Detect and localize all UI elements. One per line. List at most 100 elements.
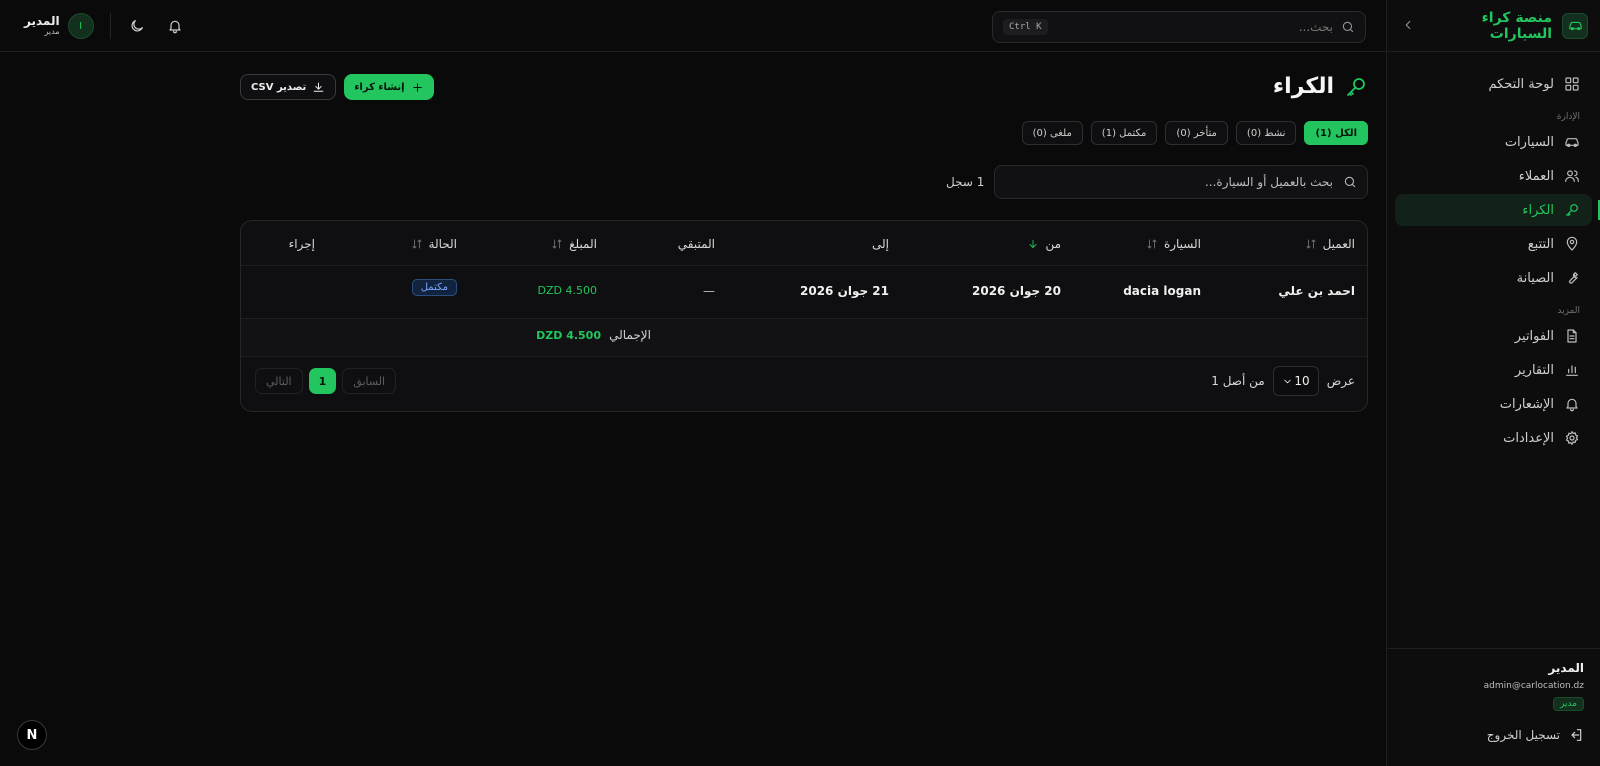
sidebar-item-label: الإعدادات <box>1503 430 1554 446</box>
sort-icon <box>1306 239 1316 249</box>
sidebar-item-maintenance[interactable]: الصيانة <box>1395 262 1592 294</box>
total-label: الإجمالي <box>609 328 651 342</box>
page-title-text: الكراء <box>1272 74 1334 99</box>
file-icon <box>1567 329 1577 343</box>
cell-client: احمد بن علي <box>1278 284 1355 298</box>
map-pin-icon <box>1566 236 1578 251</box>
nav-section-admin: الإدارة <box>1556 112 1580 122</box>
cell-to: 21 جوان 2026 <box>800 284 889 298</box>
sidebar-item-clients[interactable]: العملاء <box>1395 160 1592 192</box>
sidebar-item-dashboard[interactable]: لوحة التحكم <box>1395 68 1592 100</box>
sidebar-item-label: الكراء <box>1522 202 1554 218</box>
topbar-user-info: المدير مدير <box>24 15 60 37</box>
table-search-input[interactable]: بحث بالعميل أو السيارة... <box>994 165 1368 199</box>
sidebar-item-tracking[interactable]: التتبع <box>1395 228 1592 260</box>
column-header-status[interactable]: الحالة <box>411 237 457 251</box>
arrow-down-icon <box>1029 240 1037 248</box>
table-search-placeholder: بحث بالعميل أو السيارة... <box>1204 175 1333 189</box>
filter-completed[interactable]: مكتمل (1) <box>1090 121 1158 145</box>
gear-icon <box>1565 431 1579 445</box>
logout-label: تسجيل الخروج <box>1486 728 1560 742</box>
filter-all[interactable]: الكل (1) <box>1304 121 1368 145</box>
header-label: الحالة <box>428 237 457 251</box>
cell-car: dacia logan <box>1123 284 1201 298</box>
pagination: السابق 1 التالي <box>255 368 397 394</box>
record-count: 1 سجل <box>946 175 985 189</box>
divider <box>109 13 111 39</box>
sidebar-item-settings[interactable]: الإعدادات <box>1395 422 1592 454</box>
column-header-from[interactable]: من <box>1027 237 1061 251</box>
header-label: العميل <box>1322 237 1355 251</box>
status-filters: الكل (1) نشط (0) متأخر (0) مكتمل (1) ملغ… <box>1021 121 1368 145</box>
export-csv-label: تصدير CSV <box>251 81 307 93</box>
sidebar-item-cars[interactable]: السيارات <box>1395 126 1592 158</box>
cell-amount: DZD 4.500 <box>537 284 597 297</box>
total-row <box>241 318 1367 356</box>
sort-icon <box>1147 239 1157 249</box>
column-header-remaining: المتبقي <box>677 237 715 251</box>
chevron-left-icon[interactable] <box>1399 18 1415 34</box>
sidebar-item-reports[interactable]: التقارير <box>1395 354 1592 386</box>
grid-icon <box>1565 77 1579 91</box>
create-rental-button[interactable]: إنشاء كراء <box>344 74 434 100</box>
per-page-select[interactable]: 10 <box>1272 366 1319 396</box>
page-button-1[interactable]: 1 <box>308 368 337 394</box>
sidebar-item-label: الصيانة <box>1516 270 1554 286</box>
sidebar-user-card: المدير admin@carlocation.dz مدير تسجيل ا… <box>1387 648 1600 766</box>
dev-tools-badge[interactable]: N <box>17 720 47 750</box>
rentals-table: العميل السيارة من إلى المتبقي المبلغ الح… <box>240 220 1368 412</box>
prev-page-button[interactable]: السابق <box>342 368 397 394</box>
topbar-user-name: المدير <box>24 14 60 28</box>
plus-icon <box>412 82 422 92</box>
status-badge-cell: مكتمل <box>411 279 457 296</box>
bar-chart-icon <box>1566 365 1578 376</box>
cell-remaining: — <box>703 284 715 298</box>
brand-header: منصة كراء السيارات <box>1387 0 1600 52</box>
page-title: الكراء <box>1273 74 1368 99</box>
sidebar: منصة كراء السيارات لوحة التحكم الإدارة ا… <box>1386 0 1600 766</box>
bell-icon <box>1566 398 1578 412</box>
sidebar-item-rentals[interactable]: الكراء <box>1395 194 1600 226</box>
sidebar-user-name: المدير <box>1548 661 1584 675</box>
create-rental-label: إنشاء كراء <box>354 81 405 93</box>
topbar-user-area: المدير مدير I <box>24 13 205 39</box>
sidebar-item-notifications[interactable]: الإشعارات <box>1395 388 1592 420</box>
page-actions: إنشاء كراء تصدير CSV <box>240 74 434 100</box>
nav-section-more: المزيد <box>1557 306 1580 316</box>
wrench-icon <box>1569 272 1578 284</box>
topbar: بحث... Ctrl K المدير مدير I <box>0 0 1386 52</box>
key-icon <box>1566 204 1578 216</box>
car-logo-icon <box>1562 12 1588 39</box>
key-icon <box>1347 77 1365 96</box>
logout-button[interactable]: تسجيل الخروج <box>1403 727 1584 743</box>
per-page-value: 10 <box>1294 374 1310 388</box>
sidebar-item-label: التقارير <box>1514 362 1554 378</box>
logout-icon <box>1571 729 1582 741</box>
global-search-input[interactable]: بحث... Ctrl K <box>992 11 1366 43</box>
total-value: DZD 4.500 <box>536 329 601 342</box>
avatar[interactable]: I <box>67 13 94 39</box>
filter-late[interactable]: متأخر (0) <box>1165 121 1228 145</box>
shortcut-hint: Ctrl K <box>1003 19 1048 35</box>
download-icon <box>313 82 324 92</box>
sidebar-item-label: الإشعارات <box>1499 396 1554 412</box>
sidebar-item-invoices[interactable]: الفواتير <box>1395 320 1592 352</box>
sidebar-item-label: العملاء <box>1518 168 1554 184</box>
export-csv-button[interactable]: تصدير CSV <box>240 74 337 100</box>
show-label: عرض <box>1326 374 1355 388</box>
sidebar-user-email: admin@carlocation.dz <box>1483 681 1584 691</box>
sort-icon <box>412 239 421 249</box>
sidebar-item-label: السيارات <box>1504 134 1554 150</box>
column-header-amount[interactable]: المبلغ <box>551 237 597 251</box>
filter-cancelled[interactable]: ملغى (0) <box>1021 121 1083 145</box>
column-header-client[interactable]: العميل <box>1305 237 1355 251</box>
filter-active[interactable]: نشط (0) <box>1235 121 1297 145</box>
of-total-label: من أصل 1 <box>1211 374 1265 388</box>
moon-icon[interactable] <box>129 18 145 34</box>
header-label: السيارة <box>1163 237 1201 251</box>
column-header-car[interactable]: السيارة <box>1146 237 1201 251</box>
search-icon <box>1342 21 1354 33</box>
next-page-button[interactable]: التالي <box>255 368 303 394</box>
bell-icon[interactable] <box>167 18 183 34</box>
column-header-action: إجراء <box>288 237 315 251</box>
